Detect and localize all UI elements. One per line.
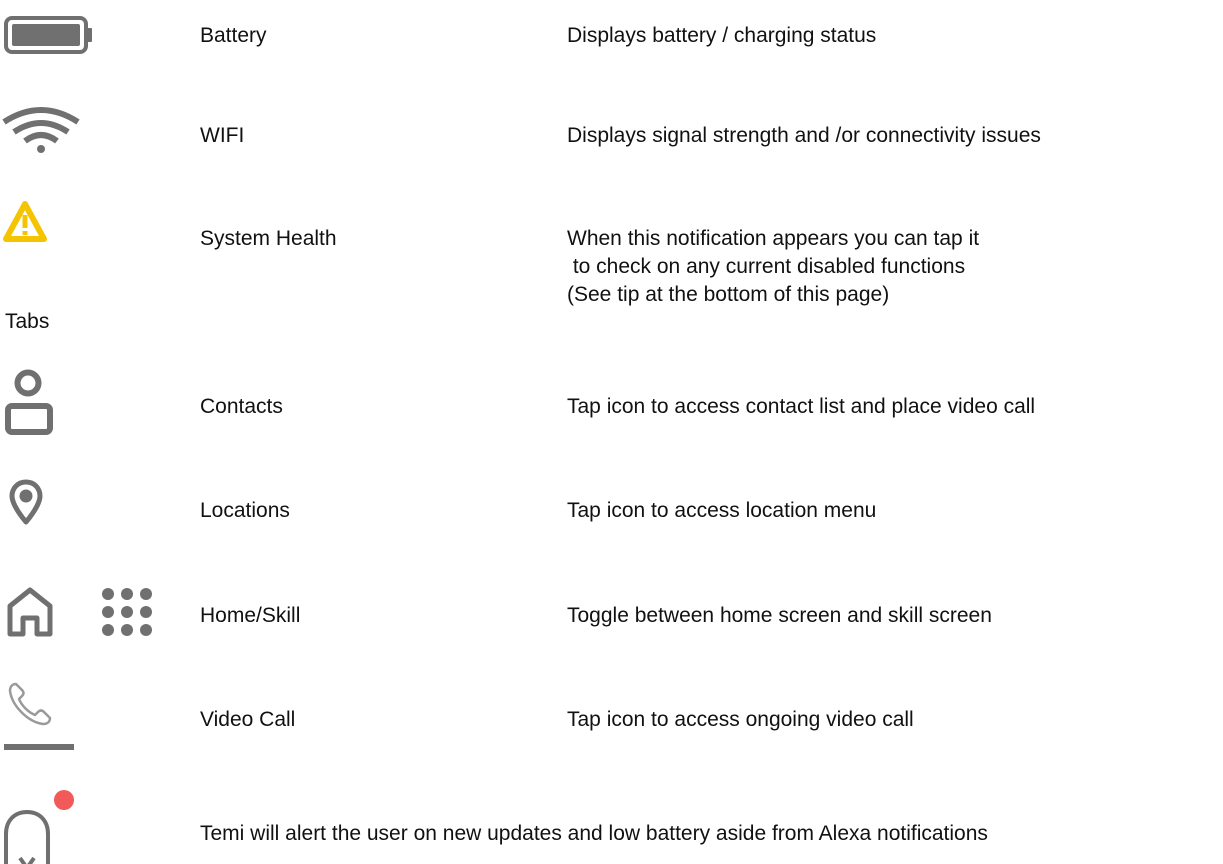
- system-health-label: System Health: [200, 227, 337, 250]
- battery-label: Battery: [200, 24, 267, 47]
- home-skill-label: Home/Skill: [200, 604, 301, 627]
- contacts-label: Contacts: [200, 395, 283, 418]
- battery-icon: [4, 16, 92, 54]
- contacts-icon: [5, 369, 53, 435]
- system-health-line-1: When this notification appears you can t…: [567, 227, 980, 250]
- home-icon: [7, 587, 53, 637]
- video-call-description: Tap icon to access ongoing video call: [567, 708, 914, 731]
- battery-description: Displays battery / charging status: [567, 24, 877, 47]
- phone-icon: [4, 682, 74, 750]
- contacts-description: Tap icon to access contact list and plac…: [567, 395, 1036, 418]
- bell-icon: [4, 790, 74, 864]
- system-health-line-2: to check on any current disabled functio…: [567, 255, 966, 278]
- wifi-description: Displays signal strength and /or connect…: [567, 124, 1041, 147]
- wifi-label: WIFI: [200, 124, 245, 147]
- locations-description: Tap icon to access location menu: [567, 499, 877, 522]
- tabs-section-label: Tabs: [5, 310, 50, 333]
- system-health-line-3: (See tip at the bottom of this page): [567, 283, 890, 306]
- warning-icon: [3, 201, 47, 242]
- video-call-label: Video Call: [200, 708, 296, 731]
- skills-grid-icon: [102, 588, 152, 636]
- notifications-description: Temi will alert the user on new updates …: [200, 822, 988, 845]
- system-health-description: When this notification appears you can t…: [567, 225, 979, 309]
- wifi-icon: [2, 107, 80, 153]
- locations-label: Locations: [200, 499, 290, 522]
- location-pin-icon: [9, 479, 43, 525]
- home-skill-description: Toggle between home screen and skill scr…: [567, 604, 992, 627]
